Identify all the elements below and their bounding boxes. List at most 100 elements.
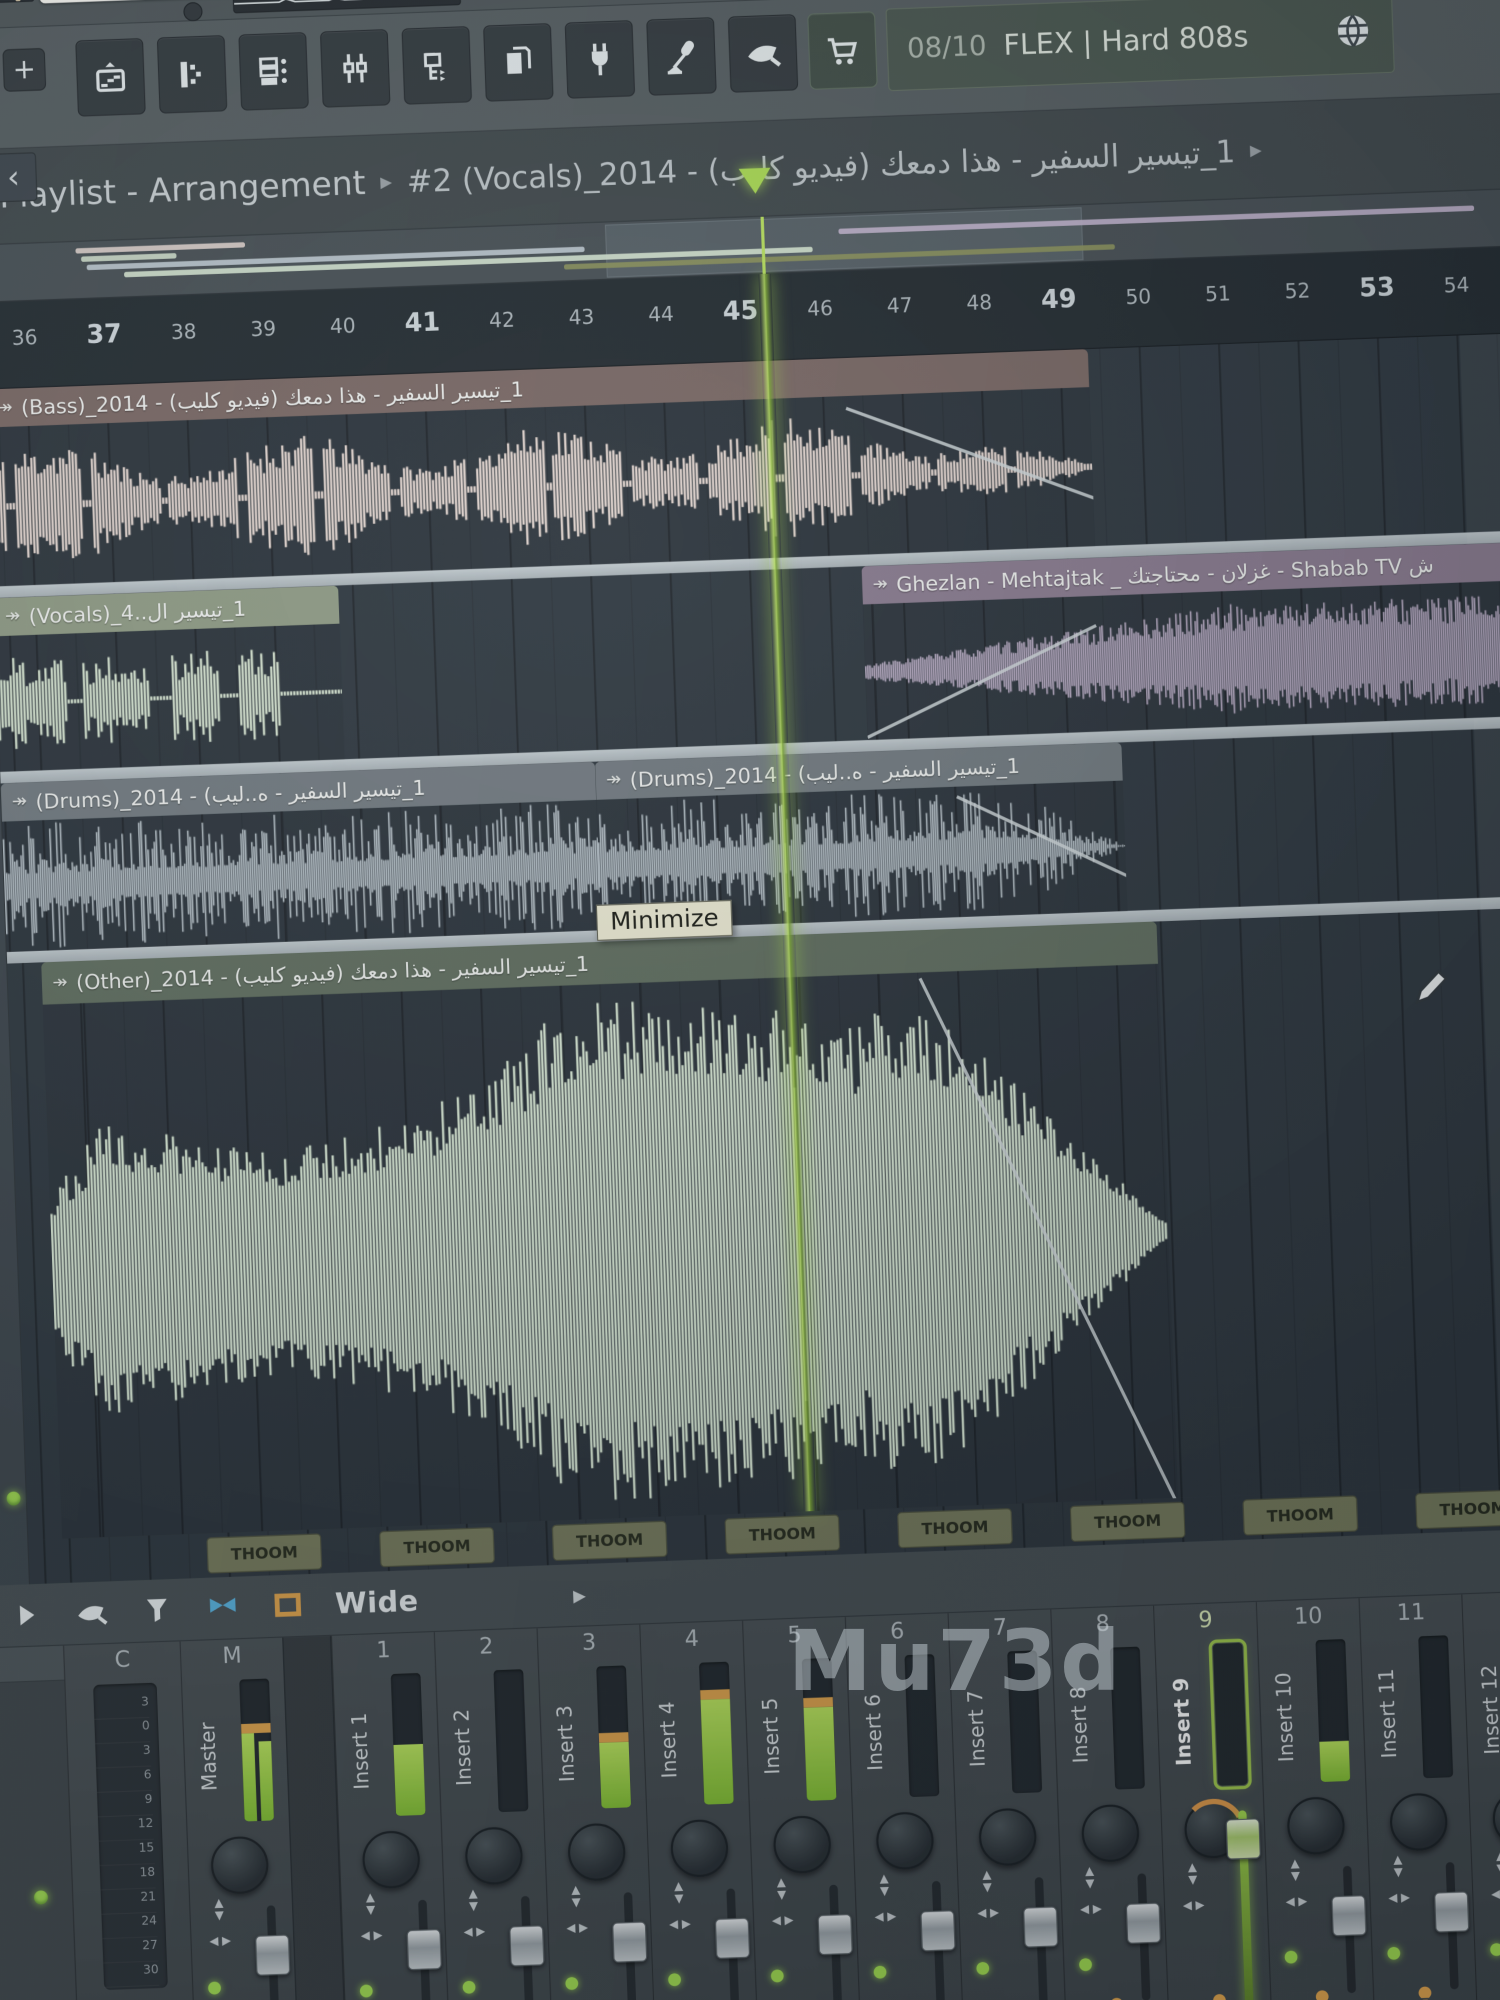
stereo-separation-arrows[interactable]: ▲▼◀ ▶ <box>765 1875 799 1950</box>
stereo-separation-arrows[interactable]: ▲▼◀ ▶ <box>1279 1856 1313 1932</box>
mixer-strip-insert-9[interactable]: 9 Insert 9 ▲ ▼ ◀ ▶ <box>1153 1601 1272 2000</box>
volume-fader[interactable] <box>817 1884 853 2000</box>
strip-number[interactable]: M <box>181 1641 284 1670</box>
volume-fader[interactable] <box>714 1888 751 2000</box>
pan-knob[interactable] <box>464 1826 524 1886</box>
cart-button[interactable] <box>807 11 878 90</box>
audio-clip-drums-1[interactable]: ↠ 1_تيسير السفير - ه..ليب) - 2014_(Drums… <box>0 761 602 952</box>
pan-knob[interactable] <box>210 1835 270 1895</box>
mute-led[interactable] <box>770 1969 784 1983</box>
strip-number[interactable]: 12 <box>1462 1594 1500 1623</box>
stereo-separation-arrows[interactable]: ▲▼◀ ▶ <box>354 1890 388 1966</box>
volume-fader[interactable] <box>509 1895 545 2000</box>
pattern-clip[interactable]: THOOM <box>379 1527 495 1568</box>
fader-handle[interactable] <box>255 1934 291 1976</box>
stereo-separation-arrows[interactable]: ▲▼◀ ▶ <box>1176 1860 1210 1935</box>
pattern-clip[interactable]: THOOM <box>1415 1489 1500 1530</box>
fader-handle[interactable] <box>1125 1902 1162 1944</box>
volume-fader[interactable] <box>920 1880 956 2000</box>
pan-knob[interactable] <box>567 1822 627 1882</box>
fader-handle[interactable] <box>509 1925 545 1967</box>
stereo-separation-arrows[interactable]: ▲▼◀ ▶ <box>560 1882 594 1958</box>
volume-fader[interactable] <box>1125 1873 1162 2000</box>
step-sequencer-button[interactable] <box>156 34 228 114</box>
stereo-separation-arrows[interactable]: ▲▼◀ ▶ <box>1484 1848 1500 1924</box>
fader-handle[interactable] <box>1434 1891 1470 1933</box>
swipe-icon[interactable] <box>72 1593 112 1633</box>
pan-knob[interactable] <box>361 1829 421 1890</box>
strip-name[interactable]: Insert 5 <box>753 1662 790 1811</box>
mixer-strip-insert-4[interactable]: 4 Insert 4 ▲ ▼ ◀ ▶ <box>639 1620 759 2000</box>
volume-fader[interactable] <box>1022 1877 1059 2000</box>
mute-led[interactable] <box>565 1976 579 1991</box>
lamp-icon[interactable] <box>1104 1995 1130 2000</box>
stereo-separation-arrows[interactable]: ▲▼◀ ▶ <box>971 1867 1005 1943</box>
chevron-right-icon[interactable]: ▸ <box>573 1580 587 1610</box>
pan-knob[interactable] <box>1491 1788 1500 1848</box>
layout-icon[interactable] <box>269 1586 309 1626</box>
track-led[interactable] <box>6 1491 21 1506</box>
touch-button[interactable] <box>727 13 799 93</box>
fader-handle[interactable] <box>406 1928 442 1971</box>
audio-clip-vocals[interactable]: ↠ 1_تيسير ال..4_(Vocals) <box>0 585 345 772</box>
fader-handle[interactable] <box>1225 1818 1261 1860</box>
fader-handle[interactable] <box>1022 1906 1059 1948</box>
scroll-back-button[interactable]: ‹ <box>0 152 38 203</box>
plugin-button[interactable] <box>564 19 636 99</box>
lamp-icon[interactable] <box>1206 1991 1232 2000</box>
pan-knob[interactable] <box>772 1814 832 1875</box>
stereo-separation-arrows[interactable]: ▲▼◀ ▶ <box>1073 1864 1107 1939</box>
mixer-button[interactable] <box>319 28 391 108</box>
playhead-marker[interactable] <box>738 167 772 195</box>
volume-fader[interactable] <box>1225 1810 1261 2000</box>
pattern-clip[interactable]: THOOM <box>724 1514 841 1555</box>
fader-handle[interactable] <box>611 1921 648 1963</box>
add-pattern-button[interactable]: + <box>2 47 47 92</box>
mute-led[interactable] <box>207 1981 222 1995</box>
pattern-clip[interactable]: THOOM <box>1242 1495 1359 1536</box>
mixer-strip-insert-1[interactable]: 1 Insert 1 ▲ ▼ ◀ ▶ <box>330 1632 450 2000</box>
duplicate-button[interactable] <box>483 22 554 102</box>
mute-led[interactable] <box>359 1984 373 1998</box>
fader-handle[interactable] <box>817 1913 853 1956</box>
mute-led[interactable] <box>1489 1942 1500 1957</box>
stereo-separation-arrows[interactable]: ▲▼◀ ▶ <box>457 1886 491 1962</box>
flex-preset-display[interactable]: 08/10 FLEX | Hard 808s <box>885 0 1395 92</box>
strip-number[interactable]: 2 <box>435 1632 538 1661</box>
volume-fader[interactable] <box>1331 1865 1367 1994</box>
pan-knob[interactable] <box>1286 1796 1346 1856</box>
strip-number[interactable]: 1 <box>332 1635 435 1664</box>
mixer-strip-insert-10[interactable]: 10 Insert 10 ▲ ▼ ◀ ▶ <box>1255 1598 1375 2000</box>
stereo-separation-arrows[interactable]: ▲▼◀ ▶ <box>203 1895 237 1971</box>
mixer-strip-insert-3[interactable]: 3 Insert 3 ▲ ▼ ◀ ▶ <box>536 1624 656 2000</box>
fader-handle[interactable] <box>714 1917 751 1960</box>
mute-led[interactable] <box>1284 1950 1298 1964</box>
audio-clip-ghezlan[interactable]: ↠ Ghezlan - Mehtajtak _ غزلان - محتاجتك … <box>861 541 1500 741</box>
mute-led[interactable] <box>667 1973 682 1987</box>
link-channels-icon[interactable] <box>203 1588 243 1628</box>
mute-led[interactable] <box>1387 1946 1401 1960</box>
mixer-strip-dock[interactable]: C 3 0 3 6 9 12 15 18 21 24 27 30 <box>62 1641 196 2000</box>
pattern-clip[interactable]: THOOM <box>551 1520 668 1561</box>
strip-name[interactable]: Insert 2 <box>445 1673 482 1822</box>
stereo-separation-arrows[interactable]: ▲▼◀ ▶ <box>1382 1852 1416 1928</box>
strip-number[interactable]: 3 <box>538 1628 641 1657</box>
picker-panel-button[interactable] <box>75 37 146 117</box>
volume-fader[interactable] <box>1434 1861 1470 1990</box>
strip-name[interactable]: Insert 3 <box>548 1669 585 1818</box>
strip-name[interactable]: Master <box>191 1682 228 1831</box>
mute-led[interactable] <box>873 1965 887 1979</box>
mixer-strip-insert-11[interactable]: 11 Insert 11 ▲ ▼ ◀ ▶ <box>1358 1594 1478 2000</box>
stereo-separation-arrows[interactable]: ▲▼◀ ▶ <box>662 1879 696 1954</box>
fader-handle[interactable] <box>920 1910 956 1952</box>
pan-knob[interactable] <box>978 1807 1038 1867</box>
recording-button[interactable] <box>646 16 717 96</box>
mute-led[interactable] <box>976 1961 990 1975</box>
pan-knob[interactable] <box>875 1811 935 1871</box>
lamp-icon[interactable] <box>1412 1984 1438 2000</box>
lamp-icon[interactable] <box>1309 1987 1335 2000</box>
pattern-clip[interactable]: THOOM <box>897 1508 1013 1549</box>
mute-led[interactable] <box>1078 1958 1093 1972</box>
volume-fader[interactable] <box>611 1892 648 2000</box>
audio-clip-other[interactable]: ↠ 1_تيسير السفير - هذا دمعك (فيديو كليب)… <box>41 921 1178 1539</box>
